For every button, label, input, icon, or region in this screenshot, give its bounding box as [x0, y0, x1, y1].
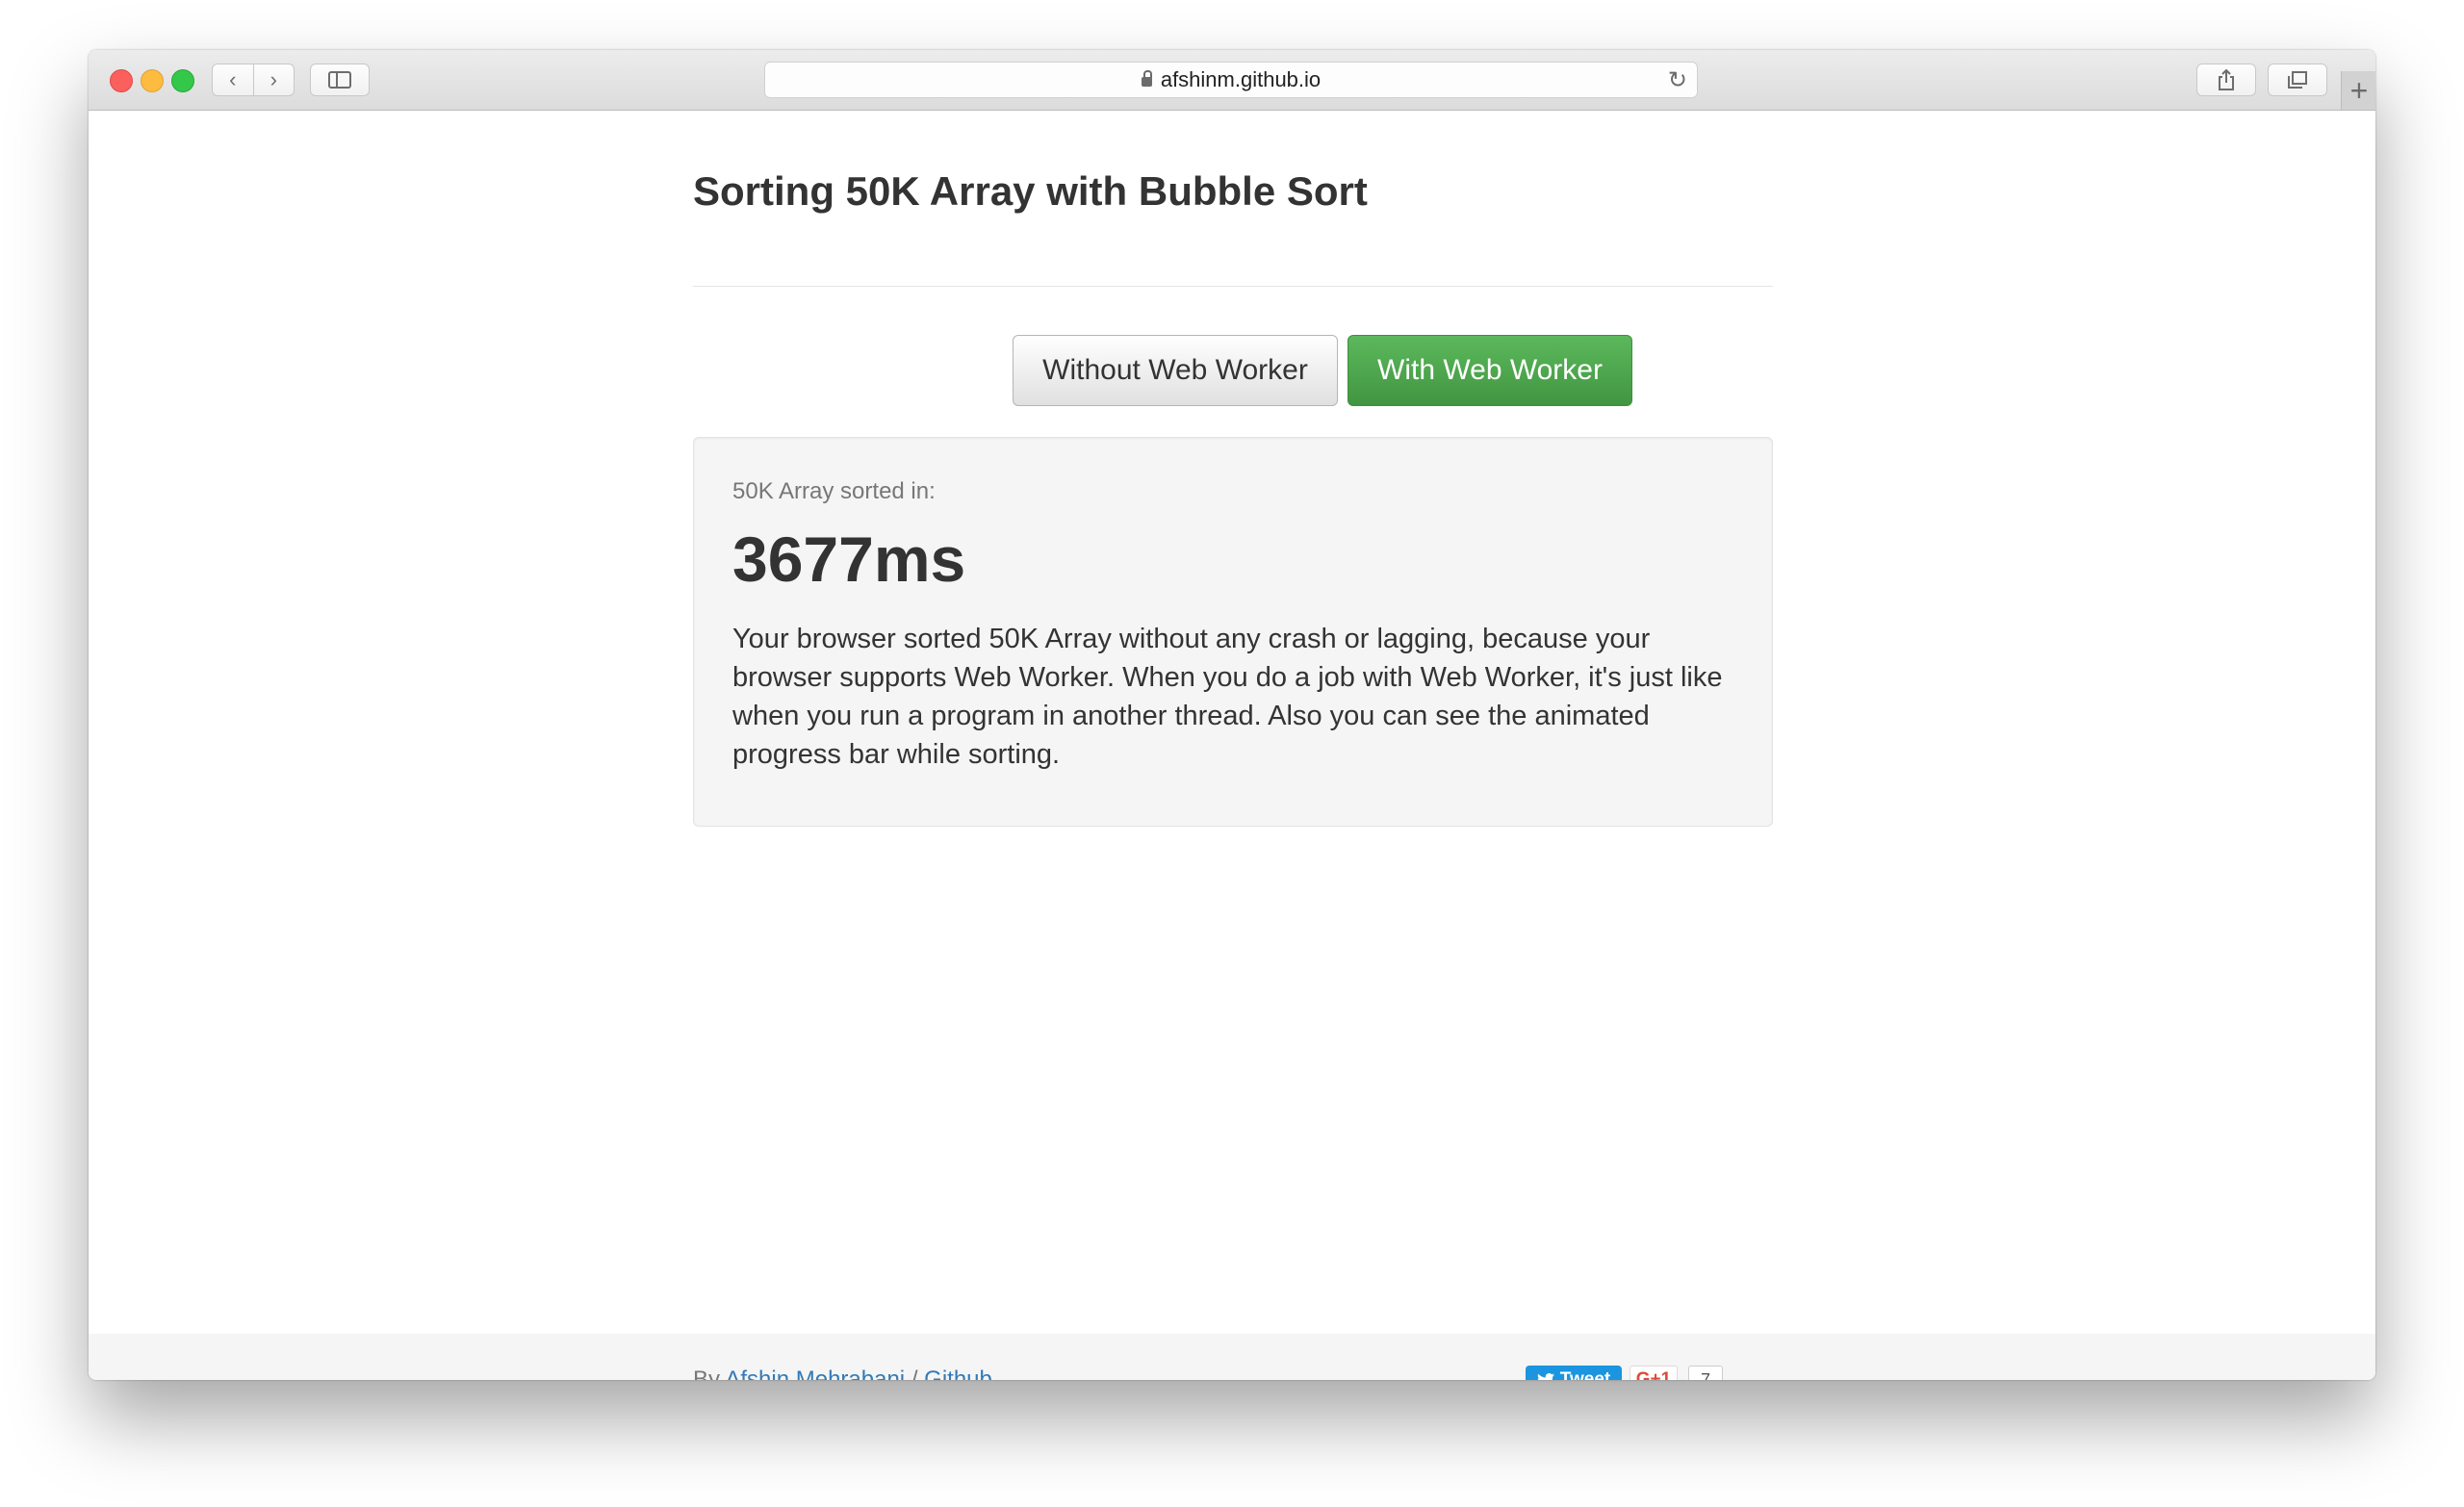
close-window-button[interactable]	[110, 69, 133, 92]
footer-credits: By Afshin Mehrabani / Github	[693, 1367, 992, 1380]
zoom-window-button[interactable]	[171, 69, 194, 92]
twitter-bird-icon	[1537, 1372, 1554, 1380]
footer: By Afshin Mehrabani / Github Tweet G+1 7	[89, 1334, 2375, 1380]
github-link[interactable]: Github	[924, 1367, 992, 1380]
title-divider	[693, 286, 1773, 287]
tabs-button[interactable]	[2268, 64, 2327, 96]
plus-icon: +	[2349, 72, 2369, 108]
author-link[interactable]: Afshin Mehrabani	[725, 1367, 905, 1380]
share-button[interactable]	[2196, 64, 2256, 96]
result-label: 50K Array sorted in:	[732, 478, 936, 504]
with-web-worker-button[interactable]: With Web Worker	[1348, 335, 1632, 406]
address-text: afshinm.github.io	[1160, 67, 1322, 91]
without-web-worker-button[interactable]: Without Web Worker	[1013, 335, 1338, 406]
tweet-label: Tweet	[1559, 1369, 1611, 1380]
forward-button[interactable]: ›	[252, 64, 295, 95]
page-title: Sorting 50K Array with Bubble Sort	[693, 168, 1368, 214]
new-tab-button[interactable]: +	[2341, 71, 2375, 110]
tabs-icon	[2288, 71, 2307, 89]
result-time: 3677ms	[732, 524, 966, 595]
address-bar[interactable]: afshinm.github.io ↻	[764, 62, 1698, 98]
chevron-left-icon: ‹	[229, 67, 237, 91]
browser-toolbar: ‹ › afshinm.github.io ↻ +	[89, 50, 2375, 111]
sidebar-icon	[328, 71, 351, 89]
lock-icon	[1141, 70, 1152, 87]
share-icon	[2219, 68, 2234, 90]
nav-buttons: ‹ ›	[212, 64, 295, 96]
page-content: Sorting 50K Array with Bubble Sort Witho…	[89, 111, 2375, 1380]
result-panel: 50K Array sorted in: 3677ms Your browser…	[693, 437, 1773, 827]
reload-icon[interactable]: ↻	[1668, 66, 1687, 94]
footer-by: By	[693, 1367, 721, 1380]
browser-window: ‹ › afshinm.github.io ↻ + Sorting 50K Ar…	[89, 50, 2375, 1380]
minimize-window-button[interactable]	[141, 69, 164, 92]
google-plus-button[interactable]: G+1	[1630, 1366, 1678, 1380]
back-button[interactable]: ‹	[213, 64, 253, 95]
tweet-button[interactable]: Tweet	[1526, 1366, 1622, 1380]
google-plus-count: 7	[1688, 1366, 1723, 1380]
footer-separator: /	[911, 1367, 918, 1380]
sidebar-button[interactable]	[310, 64, 370, 96]
chevron-right-icon: ›	[270, 67, 277, 91]
result-description: Your browser sorted 50K Array without an…	[732, 624, 1723, 770]
gplus-label: G+1	[1635, 1369, 1672, 1380]
